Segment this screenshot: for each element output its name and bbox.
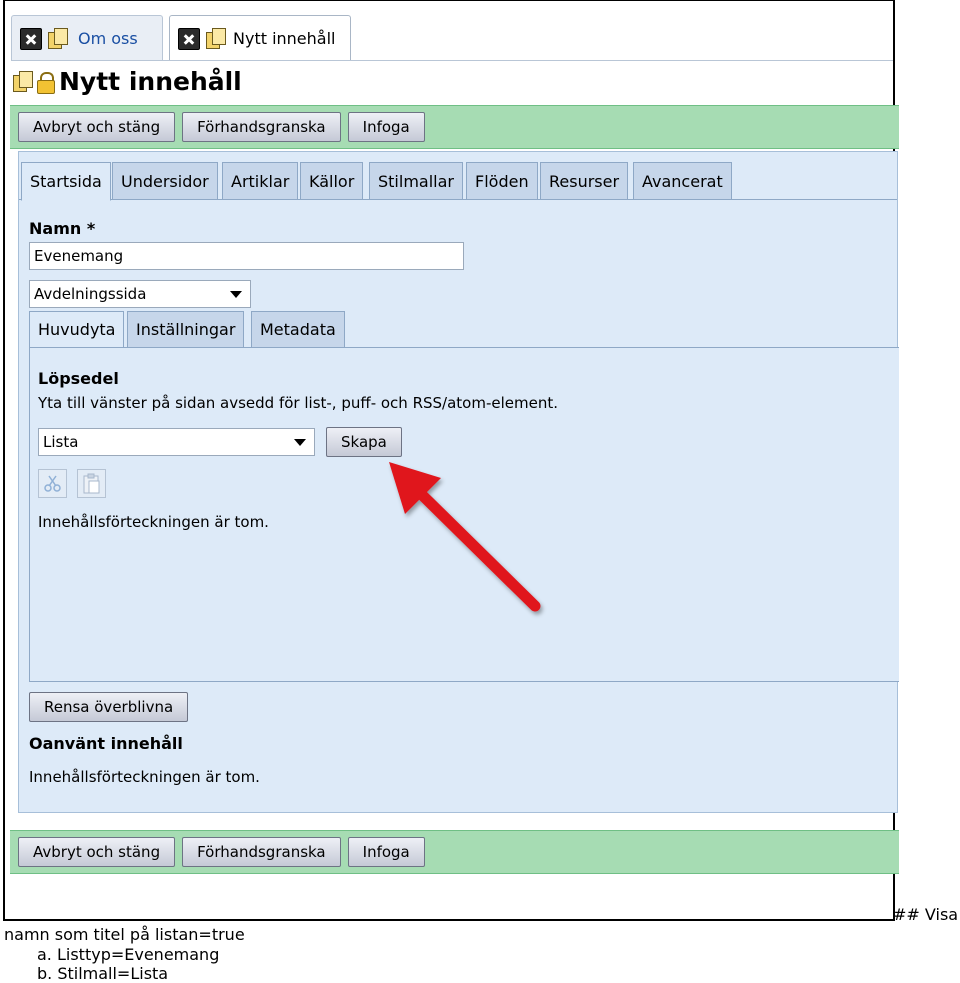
create-button[interactable]: Skapa (326, 427, 402, 457)
doc-tabs-divider (11, 60, 893, 61)
empty-toc-text: Innehållsförteckningen är tom. (38, 513, 269, 531)
close-icon[interactable] (178, 27, 200, 50)
tab-startsida[interactable]: Startsida (21, 162, 111, 201)
scissors-icon (44, 475, 61, 492)
doc-tab-nytt-innehall[interactable]: Nytt innehåll (169, 15, 351, 61)
pages-icon (13, 70, 35, 93)
top-toolbar: Avbryt och stäng Förhandsgranska Infoga (10, 105, 899, 149)
caption-item-a: a. Listtyp=Evenemang (37, 945, 220, 964)
annotation-arrow-icon (389, 462, 541, 612)
caption-heading: ## Visa (893, 905, 959, 924)
tab-floden[interactable]: Flöden (466, 162, 538, 200)
close-icon[interactable] (20, 27, 42, 50)
insert-button[interactable]: Infoga (347, 112, 425, 142)
cancel-close-button[interactable]: Avbryt och stäng (18, 112, 176, 142)
doc-tab-label: Om oss (78, 29, 138, 48)
unused-content-title: Oanvänt innehåll (29, 734, 183, 753)
app-window: Om oss Nytt innehåll Nytt innehåll Avbry… (3, 0, 899, 921)
clipboard-icon (83, 473, 100, 494)
caption-item-b: b. Stilmall=Lista (37, 964, 169, 983)
tab-installningar[interactable]: Inställningar (127, 311, 245, 348)
tab-undersidor[interactable]: Undersidor (112, 162, 218, 200)
main-tabs: Startsida Undersidor Artiklar Källor Sti… (19, 162, 897, 201)
page-type-value: Avdelningssida (34, 285, 147, 303)
bottom-toolbar: Avbryt och stäng Förhandsgranska Infoga (10, 830, 899, 874)
section-title: Löpsedel (38, 369, 119, 388)
paste-button[interactable] (77, 469, 106, 498)
section-description: Yta till vänster på sidan avsedd för lis… (38, 394, 558, 412)
tab-huvudyta[interactable]: Huvudyta (29, 311, 125, 348)
page-header: Nytt innehåll (13, 67, 242, 96)
tab-avancerat[interactable]: Avancerat (633, 162, 732, 200)
tab-resurser[interactable]: Resurser (540, 162, 629, 200)
pages-icon (206, 27, 228, 50)
caption-line: namn som titel på listan=true (4, 925, 245, 944)
pages-icon (48, 27, 70, 50)
chevron-down-icon (230, 291, 242, 298)
tab-kallor[interactable]: Källor (300, 162, 364, 200)
page-title: Nytt innehåll (59, 67, 242, 96)
preview-button[interactable]: Förhandsgranska (182, 112, 341, 142)
name-input[interactable] (29, 242, 464, 270)
lock-icon (37, 71, 55, 94)
name-label: Namn * (29, 219, 96, 238)
doc-tab-label: Nytt innehåll (233, 29, 336, 48)
unused-empty-text: Innehållsförteckningen är tom. (29, 768, 260, 786)
insert-button[interactable]: Infoga (347, 837, 425, 867)
preview-button[interactable]: Förhandsgranska (182, 837, 341, 867)
doc-tab-om-oss[interactable]: Om oss (11, 15, 163, 61)
cut-button[interactable] (38, 469, 67, 498)
list-type-select[interactable]: Lista (38, 428, 315, 456)
chevron-down-icon (294, 439, 306, 446)
tab-artiklar[interactable]: Artiklar (222, 162, 299, 200)
list-type-value: Lista (43, 433, 79, 451)
tab-stilmallar[interactable]: Stilmallar (369, 162, 463, 200)
tab-metadata[interactable]: Metadata (251, 311, 345, 348)
clear-unused-button[interactable]: Rensa överblivna (29, 692, 189, 722)
cancel-close-button[interactable]: Avbryt och stäng (18, 837, 176, 867)
page-type-select[interactable]: Avdelningssida (29, 280, 251, 308)
